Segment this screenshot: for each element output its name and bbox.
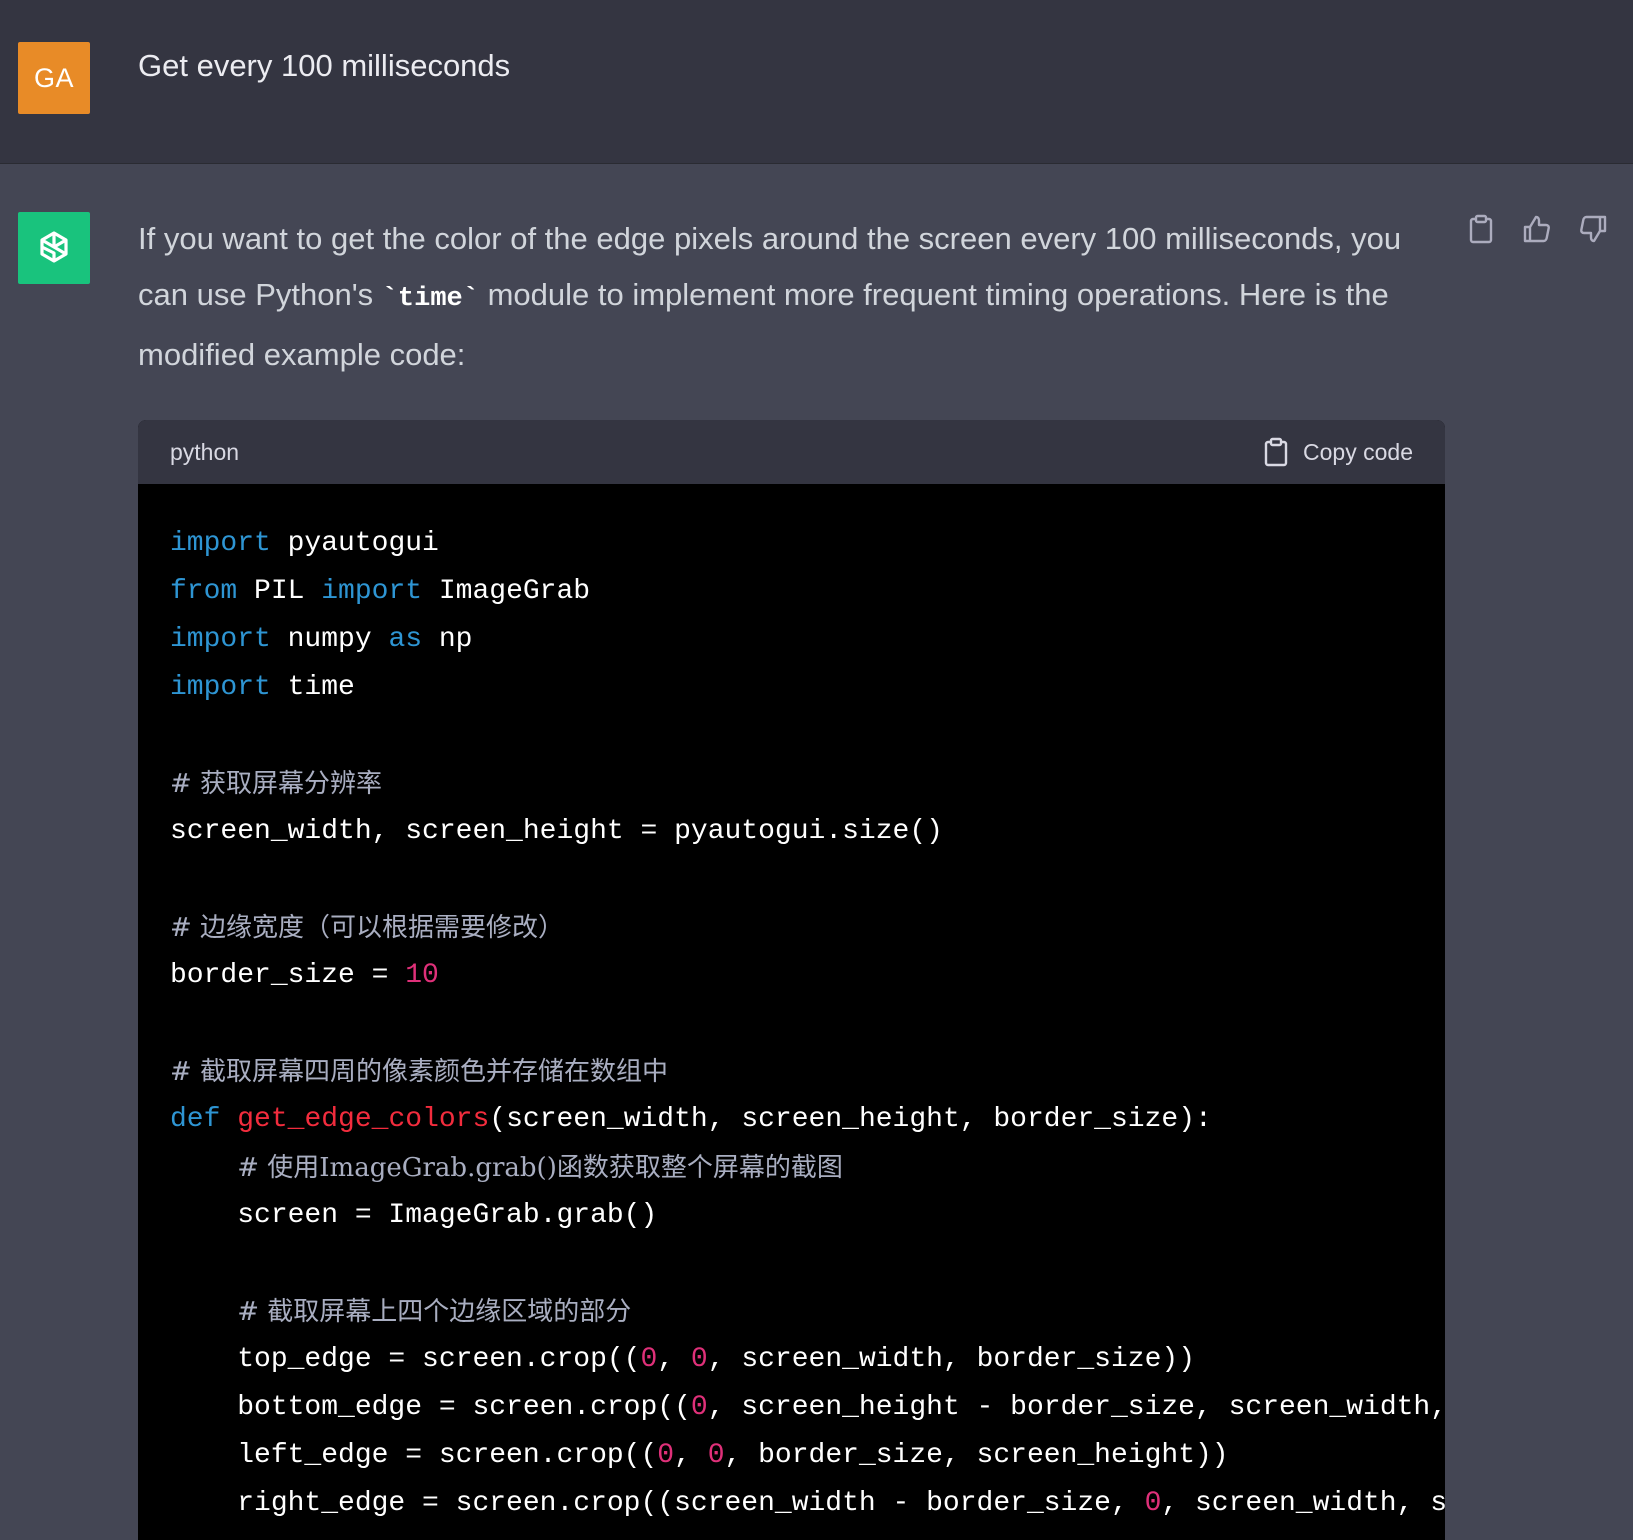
- code-line: # 截取屏幕四周的像素颜色并存储在数组中: [170, 1048, 1413, 1096]
- code-line: screen = ImageGrab.grab(): [170, 1192, 1413, 1240]
- user-avatar-initials: GA: [33, 62, 74, 93]
- code-token: import: [170, 672, 271, 703]
- code-token: pyautogui: [270, 528, 439, 559]
- thumbs-down-button[interactable]: [1578, 214, 1608, 244]
- code-line: import time: [170, 664, 1413, 712]
- copy-message-button[interactable]: [1466, 214, 1496, 244]
- code-line: screen_width, screen_height = pyautogui.…: [170, 808, 1413, 856]
- code-token: border_size =: [170, 960, 406, 991]
- code-token: 10: [405, 960, 439, 991]
- code-token: 0: [657, 1440, 675, 1471]
- code-line: right_edge = screen.crop((screen_width -…: [170, 1480, 1445, 1528]
- thumbs-up-button[interactable]: [1522, 214, 1552, 244]
- thumbs-down-icon: [1580, 215, 1607, 243]
- code-token: 0: [640, 1344, 658, 1375]
- inline-code: `time`: [381, 284, 479, 314]
- code-token: import: [170, 624, 271, 655]
- code-token: get_edge_colors: [237, 1104, 490, 1135]
- user-message-text: Get every 100 milliseconds: [138, 48, 511, 83]
- code-line: from PIL import ImageGrab: [170, 568, 1413, 616]
- code-token: np: [422, 624, 473, 655]
- code-block: python Copy code import pyautogui from PI…: [138, 420, 1445, 1540]
- message-actions: [1466, 214, 1608, 244]
- code-token: ImageGrab: [422, 576, 591, 607]
- code-token: 0: [1144, 1488, 1162, 1519]
- code-language-label: python: [170, 438, 240, 465]
- openai-logo-icon: [40, 231, 68, 263]
- code-line: # 截取屏幕上四个边缘区域的部分: [170, 1288, 1413, 1336]
- code-line: left_edge = screen.crop((0, 0, border_si…: [170, 1432, 1413, 1480]
- code-token: 0: [690, 1344, 708, 1375]
- code-line: import numpy as np: [170, 616, 1413, 664]
- code-line: top_edge = screen.crop((0, 0, screen_wid…: [170, 1336, 1413, 1384]
- code-line: # 使用ImageGrab.grab()函数获取整个屏幕的截图: [170, 1144, 1413, 1192]
- code-token: PIL: [237, 576, 322, 607]
- code-token: right_edge = screen.crop((screen_width -…: [170, 1488, 1145, 1519]
- code-token: # 边缘宽度（可以根据需要修改）: [170, 913, 565, 943]
- code-token: from: [170, 576, 238, 607]
- code-token: bottom_edge = screen.crop((: [170, 1392, 691, 1423]
- assistant-reply-text: If you want to get the color of the edge…: [138, 211, 1438, 383]
- code-token: import: [170, 528, 271, 559]
- code-token: # 使用ImageGrab.grab()函数获取整个屏幕的截图: [237, 1153, 843, 1183]
- code-token: left_edge = screen.crop((: [170, 1440, 658, 1471]
- code-token: as: [388, 624, 423, 655]
- code-line: def get_edge_colors(screen_width, screen…: [170, 1096, 1413, 1144]
- user-avatar: GA: [18, 42, 90, 114]
- code-token: # 截取屏幕上四个边缘区域的部分: [237, 1297, 632, 1327]
- code-token: screen = ImageGrab.grab(): [170, 1200, 658, 1231]
- assistant-avatar: [18, 212, 90, 284]
- code-token: ,: [674, 1440, 708, 1471]
- code-token: def: [170, 1104, 221, 1135]
- code-token: (screen_width, screen_height, border_siz…: [489, 1104, 1212, 1135]
- code-token: numpy: [270, 624, 389, 655]
- code-token: 0: [707, 1440, 725, 1471]
- code-line: # 获取屏幕分辨率: [170, 760, 1413, 808]
- copy-code-button[interactable]: Copy code: [1263, 437, 1413, 467]
- copy-code-label: Copy code: [1303, 438, 1413, 465]
- clipboard-icon: [1469, 214, 1493, 244]
- code-line: import pyautogui: [170, 520, 1413, 568]
- code-token: , border_size, screen_height)): [724, 1440, 1229, 1471]
- code-token: # 获取屏幕分辨率: [170, 769, 383, 799]
- code-token: ,: [657, 1344, 691, 1375]
- code-token: screen_width, screen_height = pyautogui.…: [170, 816, 943, 847]
- code-token: time: [270, 672, 355, 703]
- code-line: # 边缘宽度（可以根据需要修改）: [170, 904, 1413, 952]
- code-content: import pyautogui from PIL import ImageGra…: [138, 484, 1445, 1528]
- code-token: 0: [690, 1392, 708, 1423]
- thumbs-up-icon: [1523, 215, 1550, 243]
- code-line: bottom_edge = screen.crop((0, screen_hei…: [170, 1384, 1445, 1432]
- assistant-message-row: If you want to get the color of the edge…: [0, 164, 1633, 1540]
- code-token: # 截取屏幕四周的像素颜色并存储在数组中: [170, 1057, 669, 1087]
- code-token: top_edge = screen.crop((: [170, 1344, 641, 1375]
- code-token: , screen_height - border_size, screen_wi…: [707, 1392, 1445, 1423]
- clipboard-icon: [1264, 437, 1288, 467]
- code-token: , screen_width, screen_height)): [1161, 1488, 1445, 1519]
- code-line: border_size = 10: [170, 952, 1413, 1000]
- code-block-header: python Copy code: [138, 420, 1445, 484]
- user-message-row: GA Get every 100 milliseconds: [0, 0, 1633, 164]
- code-token: , screen_width, border_size)): [707, 1344, 1195, 1375]
- code-token: import: [321, 576, 423, 607]
